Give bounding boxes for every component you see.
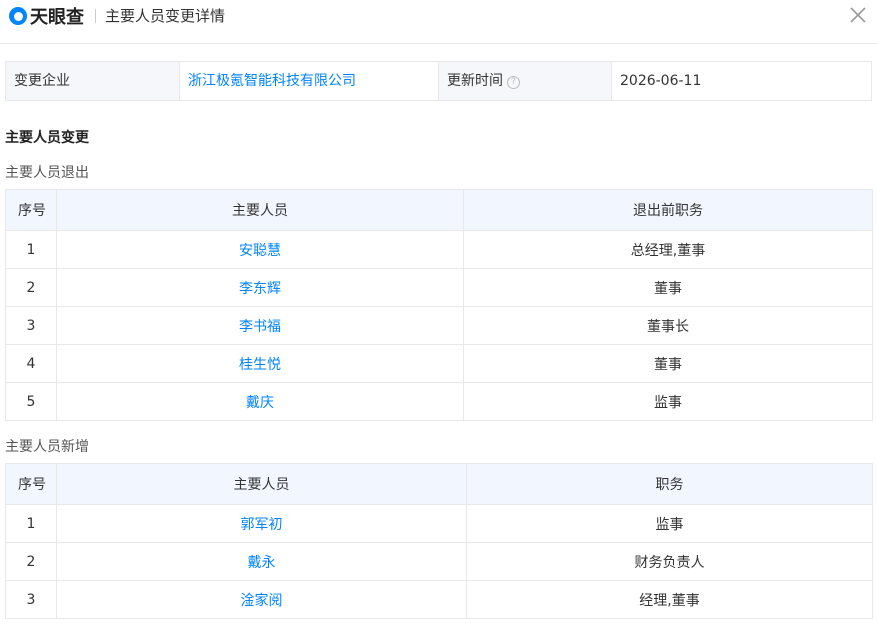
column-header-person: 主要人员 (56, 189, 464, 231)
header-divider (95, 9, 96, 23)
section-title: 主要人员变更 (5, 130, 89, 146)
person-link[interactable]: 安聪慧 (56, 230, 464, 269)
column-header-role: 退出前职务 (463, 189, 873, 231)
table-header-row: 序号 主要人员 职务 (5, 463, 873, 505)
table-row: 3 李书福 董事长 (5, 306, 873, 345)
update-time-value: 2026-06-11 (620, 73, 702, 89)
row-seq: 1 (5, 504, 57, 543)
row-seq: 3 (5, 306, 57, 345)
row-role: 监事 (463, 382, 873, 421)
row-seq: 1 (5, 230, 57, 269)
table-row: 2 李东辉 董事 (5, 268, 873, 307)
person-link[interactable]: 桂生悦 (56, 344, 464, 383)
row-role: 财务负责人 (466, 542, 873, 581)
tianyancha-logo-icon (9, 7, 27, 25)
added-section-title: 主要人员新增 (5, 439, 89, 455)
row-role: 董事长 (463, 306, 873, 345)
row-role: 经理,董事 (466, 580, 873, 619)
row-seq: 2 (5, 542, 57, 581)
person-link[interactable]: 戴庆 (56, 382, 464, 421)
row-role: 总经理,董事 (463, 230, 873, 269)
exit-table: 序号 主要人员 退出前职务 1 安聪慧 总经理,董事 2 李东辉 董事 3 李书… (5, 189, 873, 421)
row-role: 董事 (463, 344, 873, 383)
company-link[interactable]: 浙江极氪智能科技有限公司 (180, 62, 439, 100)
column-header-role: 职务 (466, 463, 873, 505)
row-seq: 3 (5, 580, 57, 619)
row-seq: 2 (5, 268, 57, 307)
table-row: 1 郭军初 监事 (5, 504, 873, 543)
update-time-label: 更新时间? (439, 62, 612, 100)
table-row: 5 戴庆 监事 (5, 382, 873, 421)
person-link[interactable]: 李书福 (56, 306, 464, 345)
person-link[interactable]: 郭军初 (56, 504, 467, 543)
table-row: 1 安聪慧 总经理,董事 (5, 230, 873, 269)
update-time-label-text: 更新时间 (447, 73, 503, 89)
added-table: 序号 主要人员 职务 1 郭军初 监事 2 戴永 财务负责人 3 淦家阅 经理,… (5, 463, 873, 619)
person-link[interactable]: 淦家阅 (56, 580, 467, 619)
close-icon[interactable] (849, 6, 867, 24)
column-header-seq: 序号 (5, 463, 57, 505)
change-info-bar: 变更企业 浙江极氪智能科技有限公司 更新时间? 2026-06-11 (5, 61, 872, 101)
row-seq: 5 (5, 382, 57, 421)
table-row: 3 淦家阅 经理,董事 (5, 580, 873, 619)
dialog-header: 天眼查 主要人员变更详情 (0, 0, 877, 44)
row-seq: 4 (5, 344, 57, 383)
company-label: 变更企业 (6, 62, 180, 100)
column-header-person: 主要人员 (56, 463, 467, 505)
column-header-seq: 序号 (5, 189, 57, 231)
help-circle-icon[interactable]: ? (507, 76, 520, 89)
exit-section-title: 主要人员退出 (5, 165, 89, 181)
logo: 天眼查 (9, 5, 84, 28)
logo-text: 天眼查 (30, 7, 84, 28)
table-row: 2 戴永 财务负责人 (5, 542, 873, 581)
table-header-row: 序号 主要人员 退出前职务 (5, 189, 873, 231)
row-role: 董事 (463, 268, 873, 307)
person-link[interactable]: 李东辉 (56, 268, 464, 307)
dialog-title: 主要人员变更详情 (105, 7, 226, 25)
table-row: 4 桂生悦 董事 (5, 344, 873, 383)
row-role: 监事 (466, 504, 873, 543)
person-link[interactable]: 戴永 (56, 542, 467, 581)
